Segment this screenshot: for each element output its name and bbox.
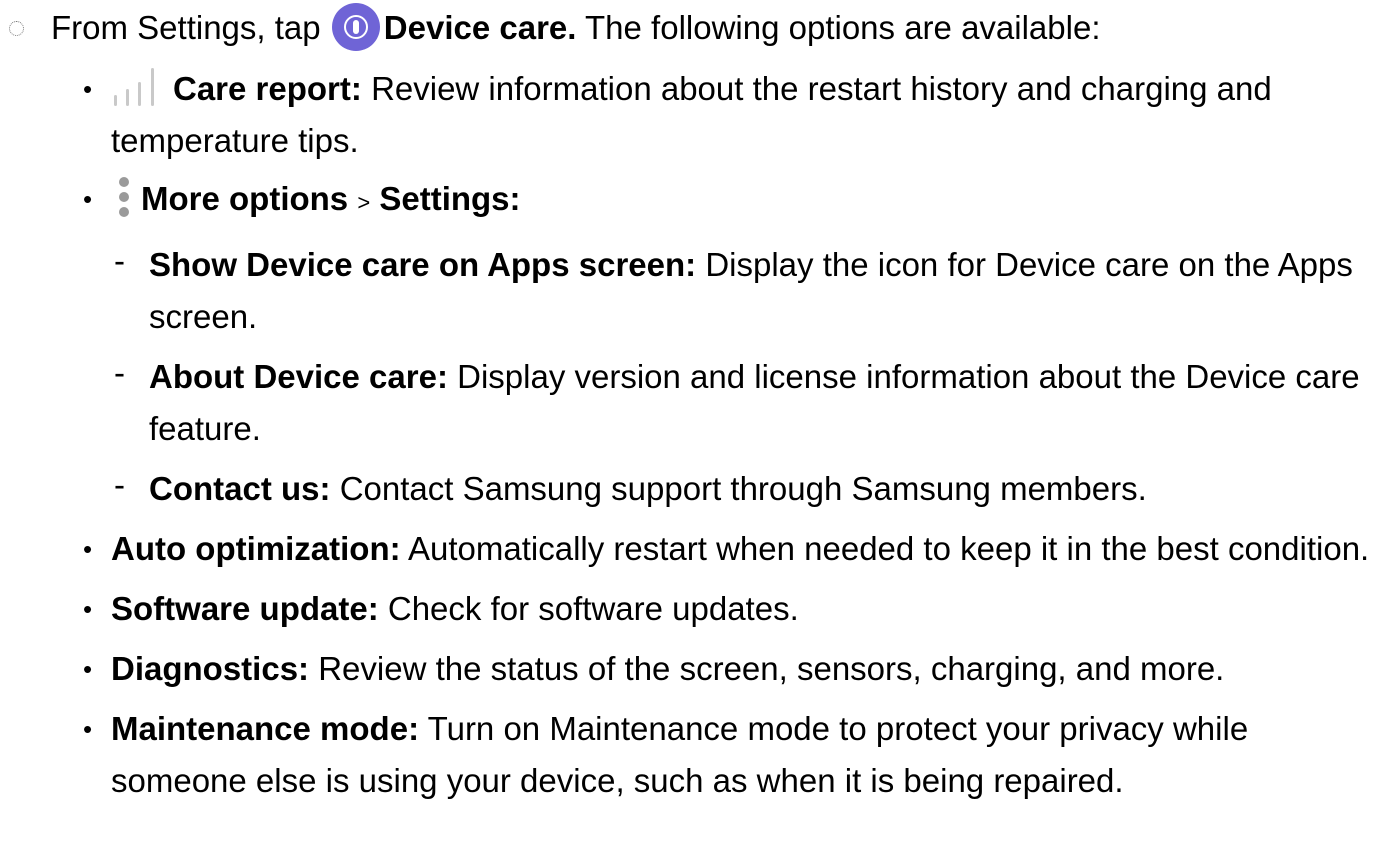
options-list: • Care report: Review information about … — [0, 63, 1384, 807]
option-colon: : — [350, 70, 362, 107]
option-description: Automatically restart when needed to kee… — [407, 530, 1370, 567]
separator: > — [357, 190, 371, 215]
list-item-auto-optimization: • Auto optimization: Automatically resta… — [0, 523, 1384, 575]
bullet: • — [83, 184, 93, 214]
sub-description: Contact Samsung support through Samsung … — [339, 470, 1147, 507]
dash: - — [114, 466, 125, 503]
sublist-item-about-device-care: - About Device care: Display version and… — [0, 351, 1384, 455]
option-colon: : — [298, 650, 310, 687]
step-marker-icon — [9, 21, 24, 36]
dash: - — [114, 354, 125, 391]
sublist-item-show-device-care: - Show Device care on Apps screen: Displ… — [0, 239, 1384, 343]
option-title-2: Settings — [379, 180, 510, 217]
more-options-icon — [119, 177, 129, 218]
bullet: • — [83, 654, 93, 684]
option-title: Diagnostics — [111, 650, 299, 687]
bullet: • — [83, 594, 93, 624]
sub-title: Contact us — [149, 470, 320, 507]
list-item-more-options: • More options > Settings: - Show Device… — [0, 173, 1384, 515]
step-line: From Settings, tap Device care. The foll… — [0, 0, 1384, 56]
sub-title: About Device care — [149, 358, 437, 395]
bullet: • — [83, 714, 93, 744]
option-colon: : — [389, 530, 401, 567]
option-description: Check for software updates. — [387, 590, 799, 627]
step-suffix: The following options are available: — [585, 9, 1101, 46]
option-title: More options — [141, 180, 349, 217]
bullet: • — [83, 74, 93, 104]
instruction-step: From Settings, tap Device care. The foll… — [0, 0, 1384, 807]
option-colon: : — [509, 180, 521, 217]
bar-chart-icon — [114, 68, 154, 107]
app-name: Device care. — [383, 9, 577, 46]
option-description: Review the status of the screen, sensors… — [318, 650, 1225, 687]
sub-colon: : — [436, 358, 448, 395]
sub-colon: : — [685, 246, 697, 283]
settings-sublist: - Show Device care on Apps screen: Displ… — [0, 239, 1384, 515]
option-title: Care report — [173, 70, 351, 107]
option-title: Auto optimization — [111, 530, 390, 567]
list-item-maintenance-mode: • Maintenance mode: Turn on Maintenance … — [0, 703, 1384, 807]
sub-title: Show Device care on Apps screen — [149, 246, 686, 283]
list-item-care-report: • Care report: Review information about … — [0, 63, 1384, 167]
option-title: Software update — [111, 590, 368, 627]
step-prefix: From Settings, tap — [51, 9, 321, 46]
dash: - — [114, 242, 125, 279]
sublist-item-contact-us: - Contact us: Contact Samsung support th… — [0, 463, 1384, 515]
list-item-software-update: • Software update: Check for software up… — [0, 583, 1384, 635]
device-care-icon — [331, 3, 380, 52]
option-colon: : — [367, 590, 379, 627]
option-title: Maintenance mode — [111, 710, 409, 747]
option-colon: : — [408, 710, 420, 747]
bullet: • — [83, 534, 93, 564]
sub-colon: : — [319, 470, 331, 507]
list-item-diagnostics: • Diagnostics: Review the status of the … — [0, 643, 1384, 695]
